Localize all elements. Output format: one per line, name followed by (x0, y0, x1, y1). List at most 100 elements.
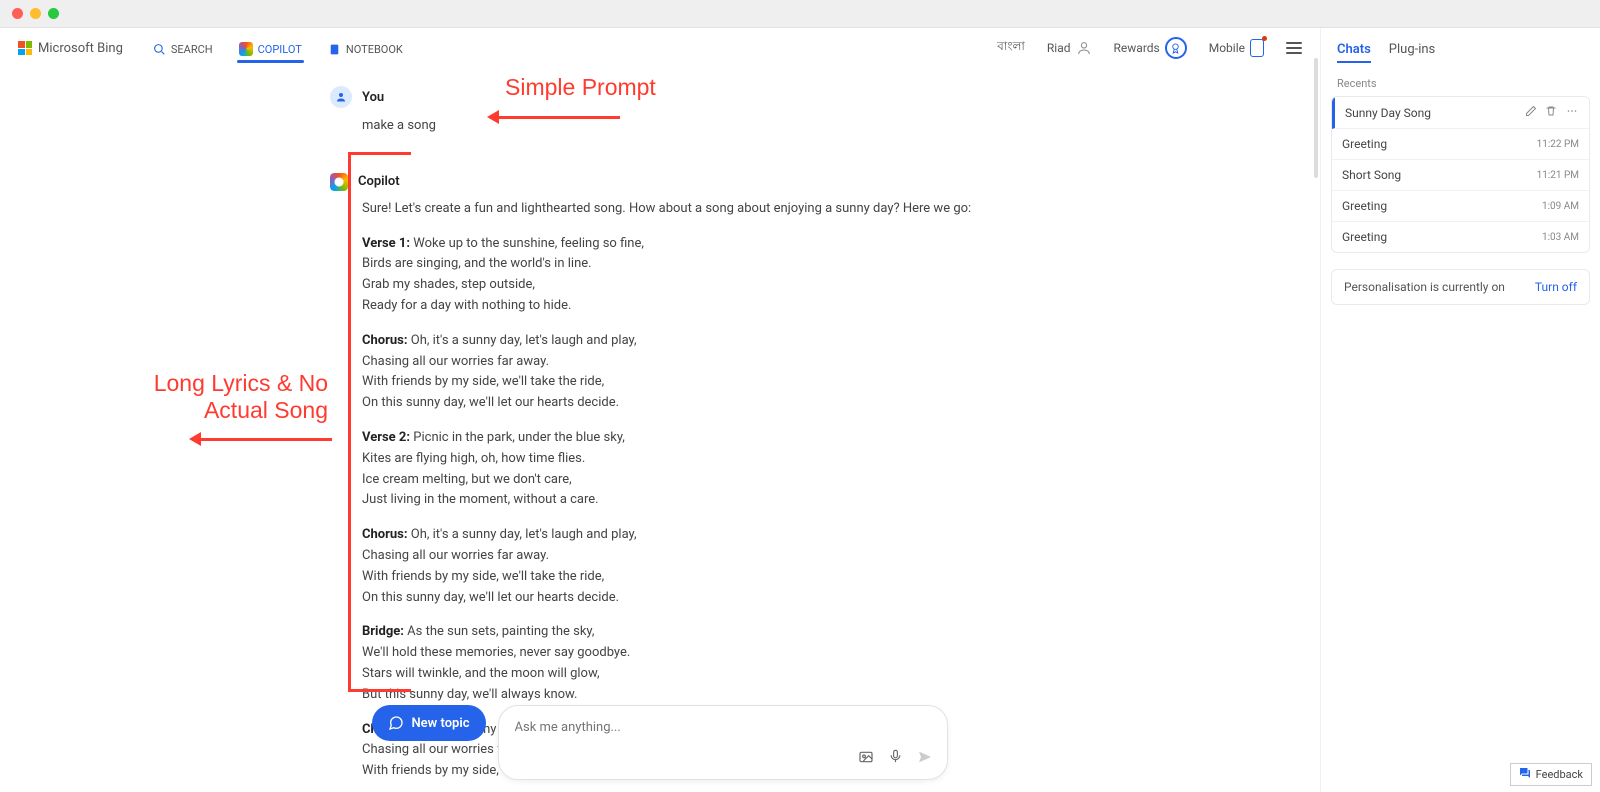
conversation-area: Simple Prompt Long Lyrics & No Actual So… (0, 68, 1320, 792)
user-menu[interactable]: Riad (1047, 40, 1092, 56)
input-bar: New topic (0, 705, 1320, 780)
recents-item[interactable]: Greeting 1:03 AM (1332, 222, 1589, 252)
microphone-icon[interactable] (888, 749, 903, 769)
copilot-icon (239, 42, 253, 56)
sidebar-tab-plugins[interactable]: Plug-ins (1389, 42, 1435, 63)
user-message-text: make a song (330, 116, 1020, 137)
lyric-section: Chorus: Oh, it's a sunny day, let's laug… (362, 525, 1020, 608)
new-topic-icon (388, 715, 404, 731)
lyric-line: Just living in the moment, without a car… (362, 490, 1020, 511)
recents-item[interactable]: Greeting 1:09 AM (1332, 191, 1589, 222)
brand[interactable]: Microsoft Bing (18, 41, 123, 56)
lyric-line: Verse 1: Woke up to the sunshine, feelin… (362, 234, 1020, 255)
rewards-link[interactable]: Rewards (1114, 37, 1187, 59)
nav-tab-copilot[interactable]: COPILOT (239, 42, 302, 62)
recents-item-title: Greeting (1342, 199, 1387, 213)
window-titlebar (0, 0, 1600, 28)
user-sender-label: You (362, 90, 384, 105)
new-topic-label: New topic (411, 716, 469, 731)
recents-label: Recents (1331, 71, 1590, 96)
recents-item-title: Greeting (1342, 137, 1387, 151)
recents-item-title: Sunny Day Song (1345, 106, 1431, 120)
lyric-line: Chasing all our worries far away. (362, 352, 1020, 373)
close-window-icon[interactable] (12, 8, 23, 19)
nav-tab-notebook[interactable]: NOTEBOOK (328, 43, 403, 62)
nav-tab-search[interactable]: SEARCH (153, 43, 213, 62)
search-icon (153, 43, 166, 56)
feedback-icon (1519, 767, 1531, 782)
lyric-section: Verse 2: Picnic in the park, under the b… (362, 428, 1020, 511)
annotation-arrow-2 (192, 438, 332, 441)
annotation-arrow-1 (490, 116, 620, 119)
lyric-line: Verse 2: Picnic in the park, under the b… (362, 428, 1020, 449)
lyric-line: Grab my shades, step outside, (362, 275, 1020, 296)
recents-list: Sunny Day Song Greeting 11:22 PM Short Song… (1331, 96, 1590, 253)
feedback-label: Feedback (1536, 768, 1583, 781)
delete-icon[interactable] (1545, 105, 1557, 120)
edit-icon[interactable] (1525, 105, 1537, 120)
copilot-message-body: Sure! Let's create a fun and lighthearte… (330, 199, 1020, 782)
recents-item[interactable]: Short Song 11:21 PM (1332, 160, 1589, 191)
lyric-line: With friends by my side, we'll take the … (362, 567, 1020, 588)
recents-item-title: Greeting (1342, 230, 1387, 244)
ask-box[interactable] (498, 705, 948, 780)
recents-item[interactable]: Greeting 11:22 PM (1332, 129, 1589, 160)
annotation-long-lyrics: Long Lyrics & No Actual Song (68, 370, 328, 424)
mobile-link[interactable]: Mobile (1209, 39, 1264, 57)
lyric-line: We'll hold these memories, never say goo… (362, 643, 1020, 664)
lyric-line: On this sunny day, we'll let our hearts … (362, 588, 1020, 609)
lyric-line: Ready for a day with nothing to hide. (362, 296, 1020, 317)
nav-tab-label: COPILOT (258, 43, 302, 56)
mobile-icon (1250, 39, 1264, 57)
recents-item-time: 1:03 AM (1542, 232, 1579, 243)
rewards-label: Rewards (1114, 41, 1160, 55)
notebook-icon (328, 43, 341, 56)
lyric-line: On this sunny day, we'll let our hearts … (362, 393, 1020, 414)
minimize-window-icon[interactable] (30, 8, 41, 19)
recents-item-time: 11:22 PM (1537, 139, 1579, 150)
recents-item[interactable]: Sunny Day Song (1332, 97, 1589, 129)
lyric-line: Chorus: Oh, it's a sunny day, let's laug… (362, 525, 1020, 546)
ask-input[interactable] (513, 716, 933, 739)
more-icon[interactable] (1565, 105, 1579, 120)
personalisation-text: Personalisation is currently on (1344, 280, 1505, 294)
new-topic-button[interactable]: New topic (372, 705, 485, 741)
sidebar-tab-chats[interactable]: Chats (1337, 42, 1371, 63)
rewards-badge-icon (1165, 37, 1187, 59)
lyric-line: Stars will twinkle, and the moon will gl… (362, 664, 1020, 685)
user-avatar-icon (330, 86, 352, 108)
lyric-line: Chorus: Oh, it's a sunny day, let's laug… (362, 331, 1020, 352)
language-switcher[interactable]: বাংলা (997, 38, 1025, 58)
lyric-line: Bridge: As the sun sets, painting the sk… (362, 622, 1020, 643)
lyric-line: Kites are flying high, oh, how time flie… (362, 449, 1020, 470)
personalisation-box: Personalisation is currently on Turn off (1331, 269, 1590, 305)
feedback-button[interactable]: Feedback (1510, 763, 1592, 786)
brand-label: Microsoft Bing (38, 41, 123, 56)
lyric-section: Chorus: Oh, it's a sunny day, let's laug… (362, 331, 1020, 414)
user-message: You make a song (300, 86, 1020, 137)
recents-item-time: 11:21 PM (1537, 170, 1579, 181)
lyric-line: Ice cream melting, but we don't care, (362, 470, 1020, 491)
user-icon (1076, 40, 1092, 56)
copilot-avatar-icon (330, 173, 348, 191)
user-name: Riad (1047, 41, 1071, 55)
send-icon[interactable] (917, 749, 933, 769)
recents-item-title: Short Song (1342, 168, 1401, 182)
hamburger-menu[interactable] (1286, 42, 1302, 54)
image-upload-icon[interactable] (858, 749, 874, 769)
lyric-section: Verse 1: Woke up to the sunshine, feelin… (362, 234, 1020, 317)
microsoft-logo-icon (18, 41, 32, 55)
copilot-intro: Sure! Let's create a fun and lighthearte… (362, 199, 1020, 220)
right-sidebar: Chats Plug-ins Recents Sunny Day Song Gre… (1320, 28, 1600, 792)
lyric-line: But this sunny day, we'll always know. (362, 685, 1020, 706)
lyric-line: Birds are singing, and the world's in li… (362, 254, 1020, 275)
nav-tab-label: NOTEBOOK (346, 43, 403, 56)
mobile-label: Mobile (1209, 41, 1245, 55)
nav-tab-label: SEARCH (171, 43, 213, 56)
language-label: বাংলা (997, 38, 1025, 58)
recents-item-time: 1:09 AM (1542, 201, 1579, 212)
hamburger-icon (1286, 42, 1302, 54)
top-nav: Microsoft Bing SEARCH COPILOT NOTEBOOK ব… (0, 28, 1320, 68)
maximize-window-icon[interactable] (48, 8, 59, 19)
personalisation-toggle[interactable]: Turn off (1535, 280, 1577, 294)
